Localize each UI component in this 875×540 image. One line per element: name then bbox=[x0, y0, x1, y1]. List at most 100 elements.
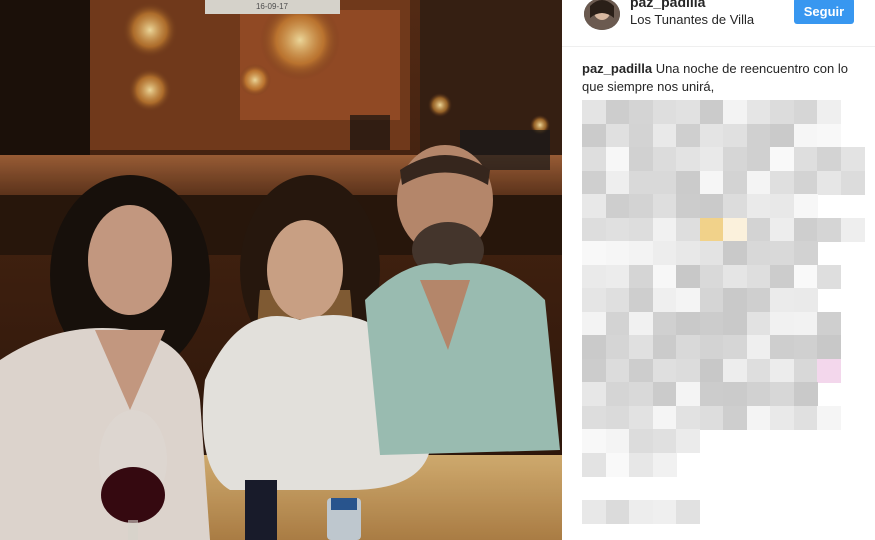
blur-pixel bbox=[817, 170, 841, 195]
blur-pixel bbox=[746, 241, 771, 265]
blur-pixel bbox=[629, 170, 653, 195]
blur-pixel bbox=[746, 382, 771, 406]
blur-pixel bbox=[652, 358, 677, 383]
blur-pixel bbox=[629, 241, 653, 265]
blur-pixel bbox=[699, 264, 724, 289]
blur-pixel bbox=[676, 288, 700, 312]
blur-pixel bbox=[582, 194, 606, 218]
blur-pixel bbox=[605, 194, 630, 218]
header-location[interactable]: Los Tunantes de Villa bbox=[630, 12, 754, 27]
blur-pixel bbox=[723, 405, 747, 430]
blur-pixel bbox=[723, 170, 747, 195]
blur-pixel bbox=[652, 452, 677, 477]
blur-pixel bbox=[770, 358, 794, 383]
blur-pixel bbox=[817, 405, 841, 430]
avatar[interactable] bbox=[584, 0, 620, 30]
blur-pixel bbox=[840, 147, 865, 171]
blur-pixel bbox=[817, 264, 841, 289]
blur-pixel bbox=[582, 217, 606, 242]
restaurant-photo-illustration: 16-09-17 bbox=[0, 0, 562, 540]
blur-pixel bbox=[629, 499, 653, 524]
blur-pixel bbox=[770, 123, 794, 148]
blur-pixel bbox=[676, 217, 700, 242]
blur-pixel bbox=[676, 170, 700, 195]
blur-pixel bbox=[793, 100, 818, 124]
blur-pixel bbox=[582, 264, 606, 289]
blur-pixel bbox=[676, 335, 700, 359]
blur-pixel bbox=[723, 217, 747, 242]
post-header: paz_padilla Los Tunantes de Villa Seguir bbox=[562, 0, 875, 47]
blur-pixel bbox=[723, 382, 747, 406]
blur-pixel bbox=[676, 147, 700, 171]
post-side-panel: paz_padilla Los Tunantes de Villa Seguir… bbox=[562, 0, 875, 540]
post-photo[interactable]: 16-09-17 bbox=[0, 0, 562, 540]
blur-pixel bbox=[770, 311, 794, 336]
blur-pixel bbox=[746, 405, 771, 430]
blur-pixel bbox=[605, 147, 630, 171]
blur-pixel bbox=[793, 194, 818, 218]
blur-pixel bbox=[652, 499, 677, 524]
blur-pixel bbox=[629, 194, 653, 218]
blur-pixel bbox=[699, 311, 724, 336]
blur-pixel bbox=[582, 241, 606, 265]
blur-pixel bbox=[605, 452, 630, 477]
blur-pixel bbox=[652, 100, 677, 124]
blur-pixel bbox=[605, 170, 630, 195]
blur-pixel bbox=[582, 100, 606, 124]
blur-pixel bbox=[699, 123, 724, 148]
blur-pixel bbox=[699, 100, 724, 124]
blur-pixel bbox=[770, 170, 794, 195]
blur-pixel bbox=[605, 499, 630, 524]
blur-pixel bbox=[699, 217, 724, 242]
blur-pixel bbox=[582, 405, 606, 430]
blur-pixel bbox=[746, 311, 771, 336]
blur-pixel bbox=[605, 217, 630, 242]
blur-pixel bbox=[723, 241, 747, 265]
blur-pixel bbox=[746, 335, 771, 359]
blur-pixel bbox=[605, 311, 630, 336]
blur-pixel bbox=[652, 335, 677, 359]
blur-pixel bbox=[770, 405, 794, 430]
blur-pixel bbox=[817, 358, 841, 383]
blur-pixel bbox=[770, 100, 794, 124]
blur-pixel bbox=[652, 382, 677, 406]
blur-pixel bbox=[723, 194, 747, 218]
blur-pixel bbox=[605, 241, 630, 265]
blur-pixel bbox=[723, 264, 747, 289]
blur-pixel bbox=[770, 241, 794, 265]
blur-pixel bbox=[770, 264, 794, 289]
blur-pixel bbox=[840, 217, 865, 242]
blur-pixel bbox=[582, 288, 606, 312]
blur-pixel bbox=[699, 382, 724, 406]
blur-pixel bbox=[676, 123, 700, 148]
blur-pixel bbox=[746, 170, 771, 195]
blur-pixel bbox=[582, 147, 606, 171]
blur-pixel bbox=[699, 147, 724, 171]
blur-pixel bbox=[793, 147, 818, 171]
blur-pixel bbox=[793, 382, 818, 406]
blur-pixel bbox=[652, 311, 677, 336]
blur-pixel bbox=[582, 429, 606, 453]
blur-pixel bbox=[793, 405, 818, 430]
avatar-image-icon bbox=[584, 0, 620, 30]
blur-pixel bbox=[770, 194, 794, 218]
blur-pixel bbox=[723, 100, 747, 124]
blur-pixel bbox=[605, 358, 630, 383]
blur-pixel bbox=[676, 429, 700, 453]
blur-pixel bbox=[629, 264, 653, 289]
blur-pixel bbox=[699, 241, 724, 265]
blur-pixel bbox=[699, 170, 724, 195]
blur-pixel bbox=[629, 429, 653, 453]
blur-pixel bbox=[652, 194, 677, 218]
follow-button[interactable]: Seguir bbox=[794, 0, 854, 24]
blur-pixel bbox=[582, 452, 606, 477]
blur-pixel bbox=[605, 264, 630, 289]
blur-pixel bbox=[582, 311, 606, 336]
blur-pixel bbox=[817, 147, 841, 171]
blur-pixel bbox=[605, 405, 630, 430]
blur-pixel bbox=[817, 217, 841, 242]
caption-username[interactable]: paz_padilla bbox=[582, 61, 652, 76]
blur-pixel bbox=[582, 499, 606, 524]
header-username[interactable]: paz_padilla bbox=[630, 0, 705, 10]
blur-pixel bbox=[629, 335, 653, 359]
